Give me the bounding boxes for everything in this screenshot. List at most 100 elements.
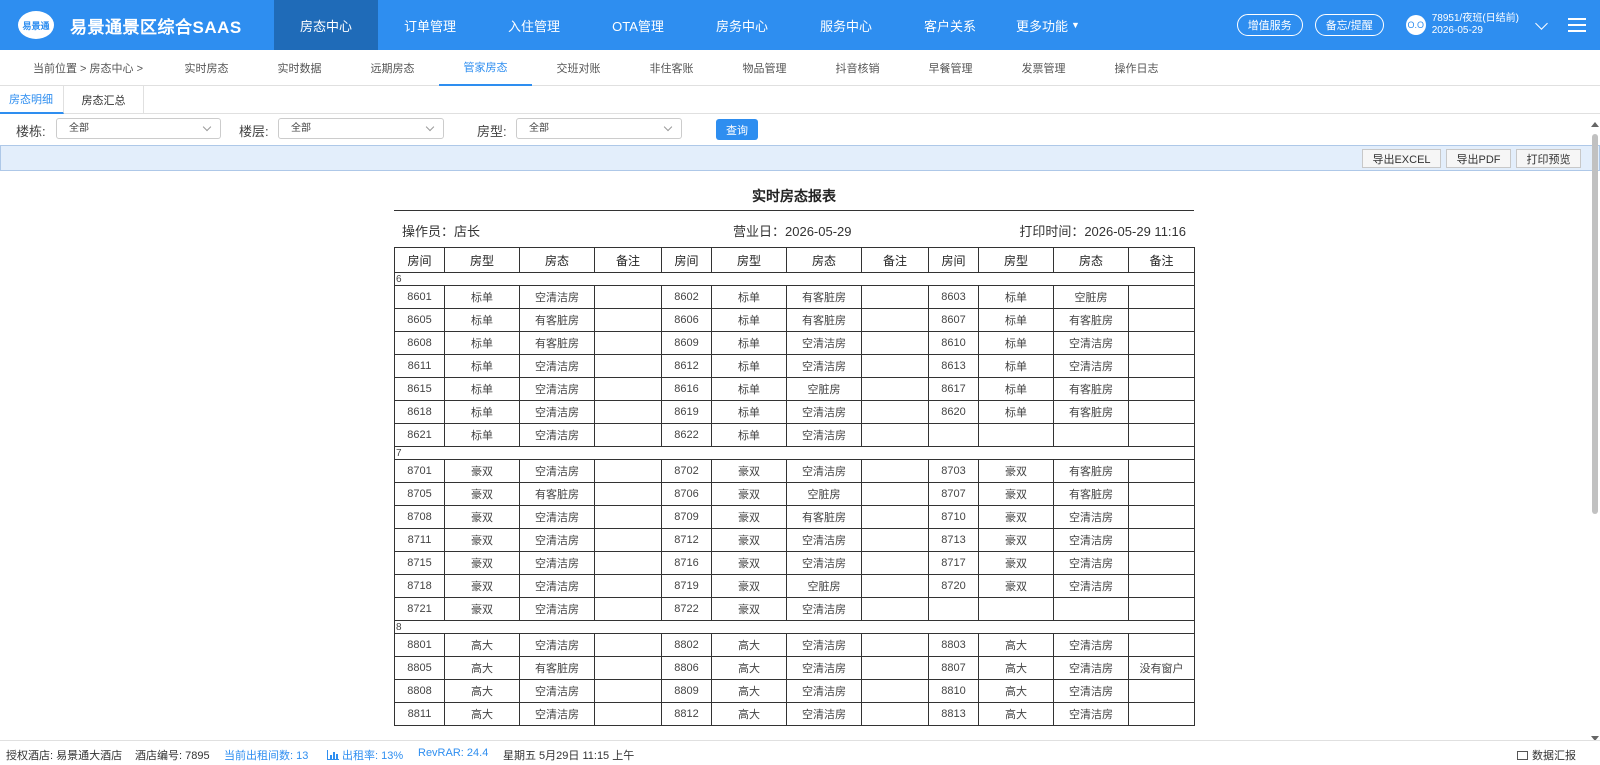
- table-cell: [861, 505, 929, 529]
- tab-realtime-data[interactable]: 实时数据: [253, 50, 346, 86]
- floor-select[interactable]: 全部: [278, 118, 444, 139]
- column-header: 房型: [444, 247, 520, 273]
- menu-icon[interactable]: [1568, 18, 1586, 32]
- tab-status-summary[interactable]: 房态汇总: [64, 86, 144, 114]
- table-cell: [928, 423, 979, 447]
- table-cell: [861, 656, 929, 680]
- table-cell: [861, 423, 929, 447]
- sub-nav: 当前位置 > 房态中心 > 实时房态 实时数据 远期房态 管家房态 交班对账 非…: [0, 50, 1600, 86]
- scroll-up-arrow-icon[interactable]: [1591, 122, 1599, 127]
- room-status-table: 房间 房型 房态 备注 房间 房型 房态 备注 房间 房型 房态 备注 6 8601 标单 空清洁房 8602…: [394, 247, 1195, 726]
- table-row: 8621 标单 空清洁房 8622 标单 空清洁房: [394, 423, 1195, 447]
- table-row: 8808 高大 空清洁房 8809 高大 空清洁房 8810 高大 空清洁房: [394, 679, 1195, 703]
- tab-items-management[interactable]: 物品管理: [718, 50, 811, 86]
- table-row: 8718 豪双 空清洁房 8719 豪双 空脏房 8720 豪双 空清洁房: [394, 574, 1195, 598]
- table-cell: 8801: [394, 633, 445, 657]
- table-cell: 空清洁房: [519, 505, 595, 529]
- status-hotel-code: 酒店编号: 7895: [135, 750, 210, 762]
- scrollbar-thumb[interactable]: [1592, 134, 1598, 514]
- table-cell: 空清洁房: [519, 574, 595, 598]
- table-cell: 标单: [978, 354, 1054, 378]
- table-cell: [1128, 702, 1195, 726]
- table-cell: 豪双: [978, 505, 1054, 529]
- nav-order-management[interactable]: 订单管理: [378, 0, 482, 50]
- nav-service-center[interactable]: 服务中心: [794, 0, 898, 50]
- column-header: 房态: [519, 247, 595, 273]
- table-cell: 空清洁房: [786, 597, 862, 621]
- breadcrumb: 当前位置 > 房态中心 >: [33, 62, 144, 75]
- tab-future-status[interactable]: 远期房态: [346, 50, 439, 86]
- table-cell: [861, 285, 929, 309]
- table-cell: [1053, 423, 1129, 447]
- table-cell: 有客脏房: [1053, 400, 1129, 424]
- data-report-button[interactable]: 数据汇报: [1517, 747, 1576, 763]
- tab-breakfast-management[interactable]: 早餐管理: [904, 50, 997, 86]
- table-cell: [861, 574, 929, 598]
- nav-ota-management[interactable]: OTA管理: [586, 0, 690, 50]
- table-cell: 8619: [661, 400, 712, 424]
- table-row: 8811 高大 空清洁房 8812 高大 空清洁房 8813 高大 空清洁房: [394, 702, 1195, 726]
- query-button[interactable]: 查询: [716, 119, 758, 140]
- table-cell: 高大: [711, 679, 787, 703]
- table-cell: 8719: [661, 574, 712, 598]
- table-row: 8615 标单 空清洁房 8616 标单 空脏房 8617 标单 有客脏房: [394, 377, 1195, 401]
- table-cell: 高大: [978, 702, 1054, 726]
- tab-shift-reconcile[interactable]: 交班对账: [532, 50, 625, 86]
- tab-operation-log[interactable]: 操作日志: [1090, 50, 1183, 86]
- nav-room-status-center[interactable]: 房态中心: [274, 0, 378, 50]
- table-cell: 空清洁房: [786, 656, 862, 680]
- table-cell: 8717: [928, 551, 979, 575]
- table-cell: 8808: [394, 679, 445, 703]
- table-row: 8805 高大 有客脏房 8806 高大 空清洁房 8807 高大 空清洁房 没有窗户: [394, 656, 1195, 680]
- table-cell: [1128, 597, 1195, 621]
- floor-label: 8: [394, 620, 1195, 634]
- table-cell: 空清洁房: [1053, 633, 1129, 657]
- nav-checkin-management[interactable]: 入住管理: [482, 0, 586, 50]
- column-header: 备注: [1128, 247, 1195, 273]
- table-cell: 空脏房: [1053, 285, 1129, 309]
- table-cell: 空清洁房: [519, 702, 595, 726]
- app-logo[interactable]: 易景通 易景通景区综合SAAS: [0, 0, 274, 50]
- table-cell: 8611: [394, 354, 445, 378]
- print-preview-button[interactable]: 打印预览: [1516, 149, 1581, 168]
- export-excel-button[interactable]: 导出EXCEL: [1362, 149, 1441, 168]
- nav-customer-relations[interactable]: 客户关系: [898, 0, 1002, 50]
- chevron-down-icon[interactable]: [1535, 16, 1548, 30]
- export-pdf-button[interactable]: 导出PDF: [1446, 149, 1511, 168]
- tab-realtime-status[interactable]: 实时房态: [160, 50, 253, 86]
- building-label: 楼栋:: [16, 124, 46, 139]
- table-cell: 有客脏房: [1053, 308, 1129, 332]
- report-icon: [1517, 751, 1528, 760]
- tab-invoice-management[interactable]: 发票管理: [997, 50, 1090, 86]
- roomtype-select[interactable]: 全部: [516, 118, 682, 139]
- building-select[interactable]: 全部: [56, 118, 221, 139]
- tab-douyin-verify[interactable]: 抖音核销: [811, 50, 904, 86]
- table-cell: 高大: [711, 702, 787, 726]
- table-cell: 有客脏房: [1053, 459, 1129, 483]
- data-report-label: 数据汇报: [1532, 750, 1576, 762]
- table-cell: 空清洁房: [786, 633, 862, 657]
- table-cell: 标单: [711, 377, 787, 401]
- user-menu[interactable]: O.O 78951/夜班(日结前) 2026-05-29: [1405, 13, 1568, 37]
- value-added-button[interactable]: 增值服务: [1236, 14, 1303, 36]
- caret-down-icon: ▼: [1071, 20, 1080, 30]
- table-cell: [861, 528, 929, 552]
- table-cell: [1128, 423, 1195, 447]
- table-cell: 空清洁房: [786, 528, 862, 552]
- nav-more-features[interactable]: 更多功能 ▼: [1002, 0, 1094, 50]
- table-cell: [1128, 505, 1195, 529]
- table-cell: [594, 702, 662, 726]
- table-cell: [594, 679, 662, 703]
- table-cell: 8602: [661, 285, 712, 309]
- status-bar: 授权酒店: 易景通大酒店 酒店编号: 7895 当前出租间数: 13 出租率: …: [0, 740, 1600, 765]
- table-cell: 高大: [978, 656, 1054, 680]
- tab-housekeeper-status[interactable]: 管家房态: [439, 50, 532, 86]
- view-tabs: 房态明细 房态汇总: [0, 86, 1600, 114]
- tab-status-detail[interactable]: 房态明细: [0, 86, 64, 114]
- tab-non-guest-accounts[interactable]: 非住客账: [625, 50, 718, 86]
- memo-reminder-button[interactable]: 备忘/提醒: [1314, 14, 1384, 36]
- table-cell: 豪双: [711, 482, 787, 506]
- nav-housekeeping-center[interactable]: 房务中心: [690, 0, 794, 50]
- table-cell: 8610: [928, 331, 979, 355]
- table-cell: 标单: [444, 400, 520, 424]
